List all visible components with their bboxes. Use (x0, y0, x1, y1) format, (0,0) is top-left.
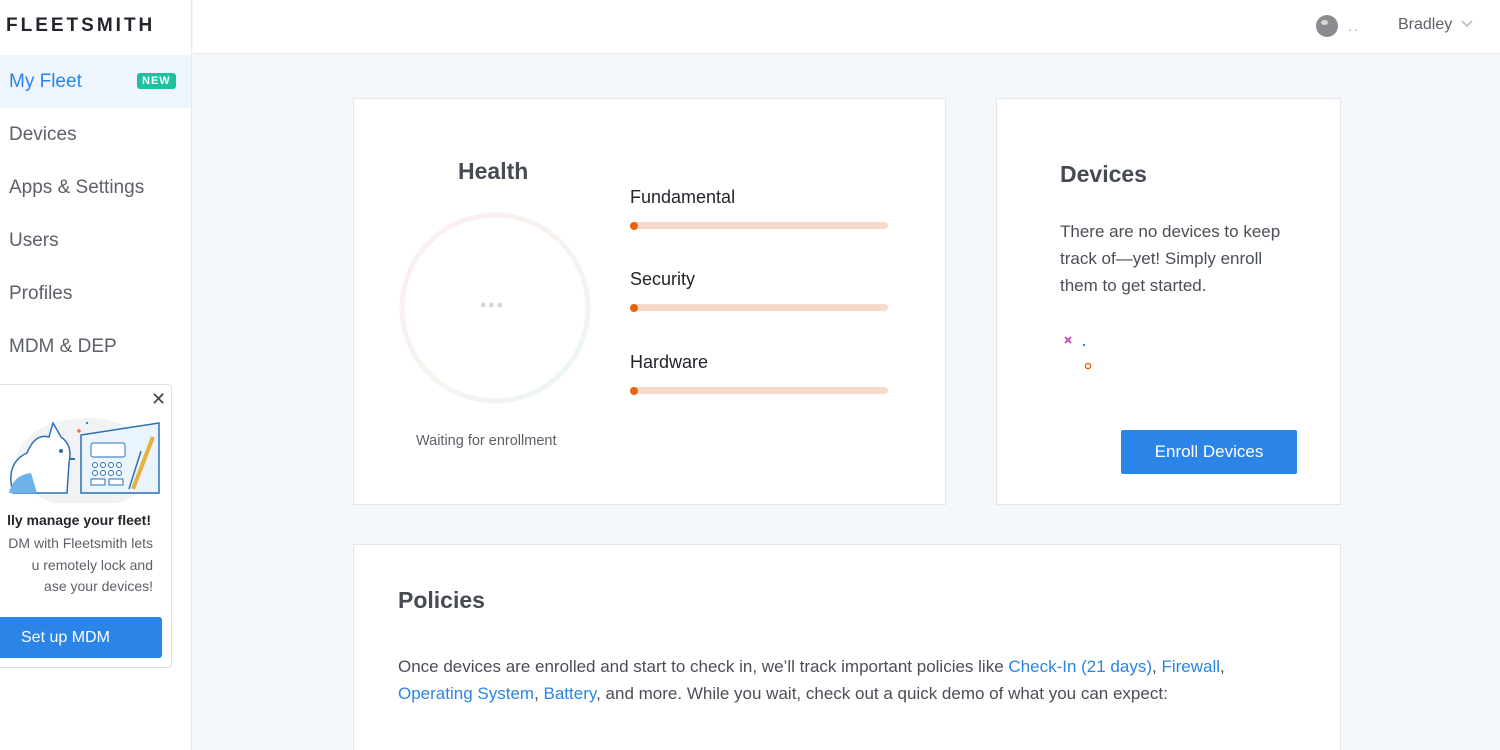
progress-bar (630, 386, 888, 395)
metric-fundamental: Fundamental (630, 187, 890, 230)
policies-description: Once devices are enrolled and start to c… (398, 657, 1225, 703)
progress-fill (630, 221, 638, 230)
health-card: Health ••• Waiting for enrollment Fundam… (353, 98, 946, 505)
promo-text-line: DM with Fleetsmith lets (8, 535, 153, 551)
progress-bar (630, 221, 888, 230)
metric-label: Fundamental (630, 187, 736, 207)
policies-card: Policies Once devices are enrolled and s… (353, 544, 1341, 750)
promo-text-line: ase your devices! (44, 578, 153, 594)
status-dots: .. (1348, 18, 1360, 34)
sidebar-item-label: MDM & DEP (9, 335, 117, 357)
metric-security: Security (630, 269, 890, 312)
policies-text: , and more. While you wait, check out a … (596, 684, 1168, 703)
sidebar-item-label: Profiles (9, 282, 73, 304)
sidebar-nav: My Fleet NEW Devices Apps & Settings Use… (0, 55, 191, 373)
sidebar-item-label: Users (9, 229, 59, 251)
sidebar-item-label: Apps & Settings (9, 176, 145, 198)
link-firewall[interactable]: Firewall (1161, 657, 1220, 676)
chevron-down-icon[interactable] (1460, 16, 1474, 30)
promo-text: DM with Fleetsmith lets u remotely lock … (8, 533, 153, 598)
promo-text-line: u remotely lock and (31, 556, 153, 573)
metric-label: Security (630, 269, 696, 289)
sidebar: FLEETSMITH My Fleet NEW Devices Apps & S… (0, 0, 192, 750)
sidebar-item-mdm-dep[interactable]: MDM & DEP (0, 320, 191, 373)
sidebar-item-label: My Fleet (9, 70, 82, 92)
link-battery[interactable]: Battery (544, 684, 597, 703)
mdm-promo-card: ✕ lly manage your fleet! DM with Fleetsm… (0, 384, 172, 668)
avatar-icon[interactable] (1316, 15, 1338, 37)
health-title: Health (458, 158, 529, 184)
sidebar-item-my-fleet[interactable]: My Fleet NEW (0, 55, 191, 108)
loading-dots: ••• (480, 295, 505, 315)
metric-label: Hardware (630, 352, 709, 372)
health-status: Waiting for enrollment (416, 433, 557, 449)
link-check-in[interactable]: Check-In (21 days) (1008, 657, 1152, 676)
app-logo[interactable]: FLEETSMITH (6, 15, 155, 37)
devices-card: Devices There are no devices to keep tra… (996, 98, 1341, 505)
sidebar-item-apps-settings[interactable]: Apps & Settings (0, 161, 191, 214)
progress-bar (630, 303, 888, 312)
sidebar-item-profiles[interactable]: Profiles (0, 267, 191, 320)
enroll-devices-button[interactable]: Enroll Devices (1121, 430, 1297, 474)
dog-illustration (9, 418, 160, 503)
devices-empty-text: There are no devices to keep track of—ye… (1060, 222, 1281, 295)
user-menu[interactable]: Bradley (1398, 16, 1452, 34)
link-operating-system[interactable]: Operating System (398, 684, 534, 703)
set-up-mdm-button[interactable]: Set up MDM (0, 617, 162, 658)
progress-fill (630, 386, 638, 395)
policies-text: Once devices are enrolled and start to c… (398, 657, 1009, 676)
progress-fill (630, 303, 638, 312)
confetti-icon (1064, 336, 1092, 370)
sidebar-item-devices[interactable]: Devices (0, 108, 191, 161)
sidebar-item-label: Devices (9, 123, 77, 145)
sidebar-item-users[interactable]: Users (0, 214, 191, 267)
top-bar: .. Bradley (193, 0, 1500, 54)
policies-title: Policies (398, 587, 485, 613)
devices-title: Devices (1060, 161, 1147, 187)
metric-hardware: Hardware (630, 352, 890, 395)
promo-title: lly manage your fleet! (7, 512, 151, 528)
new-badge: NEW (137, 73, 176, 89)
